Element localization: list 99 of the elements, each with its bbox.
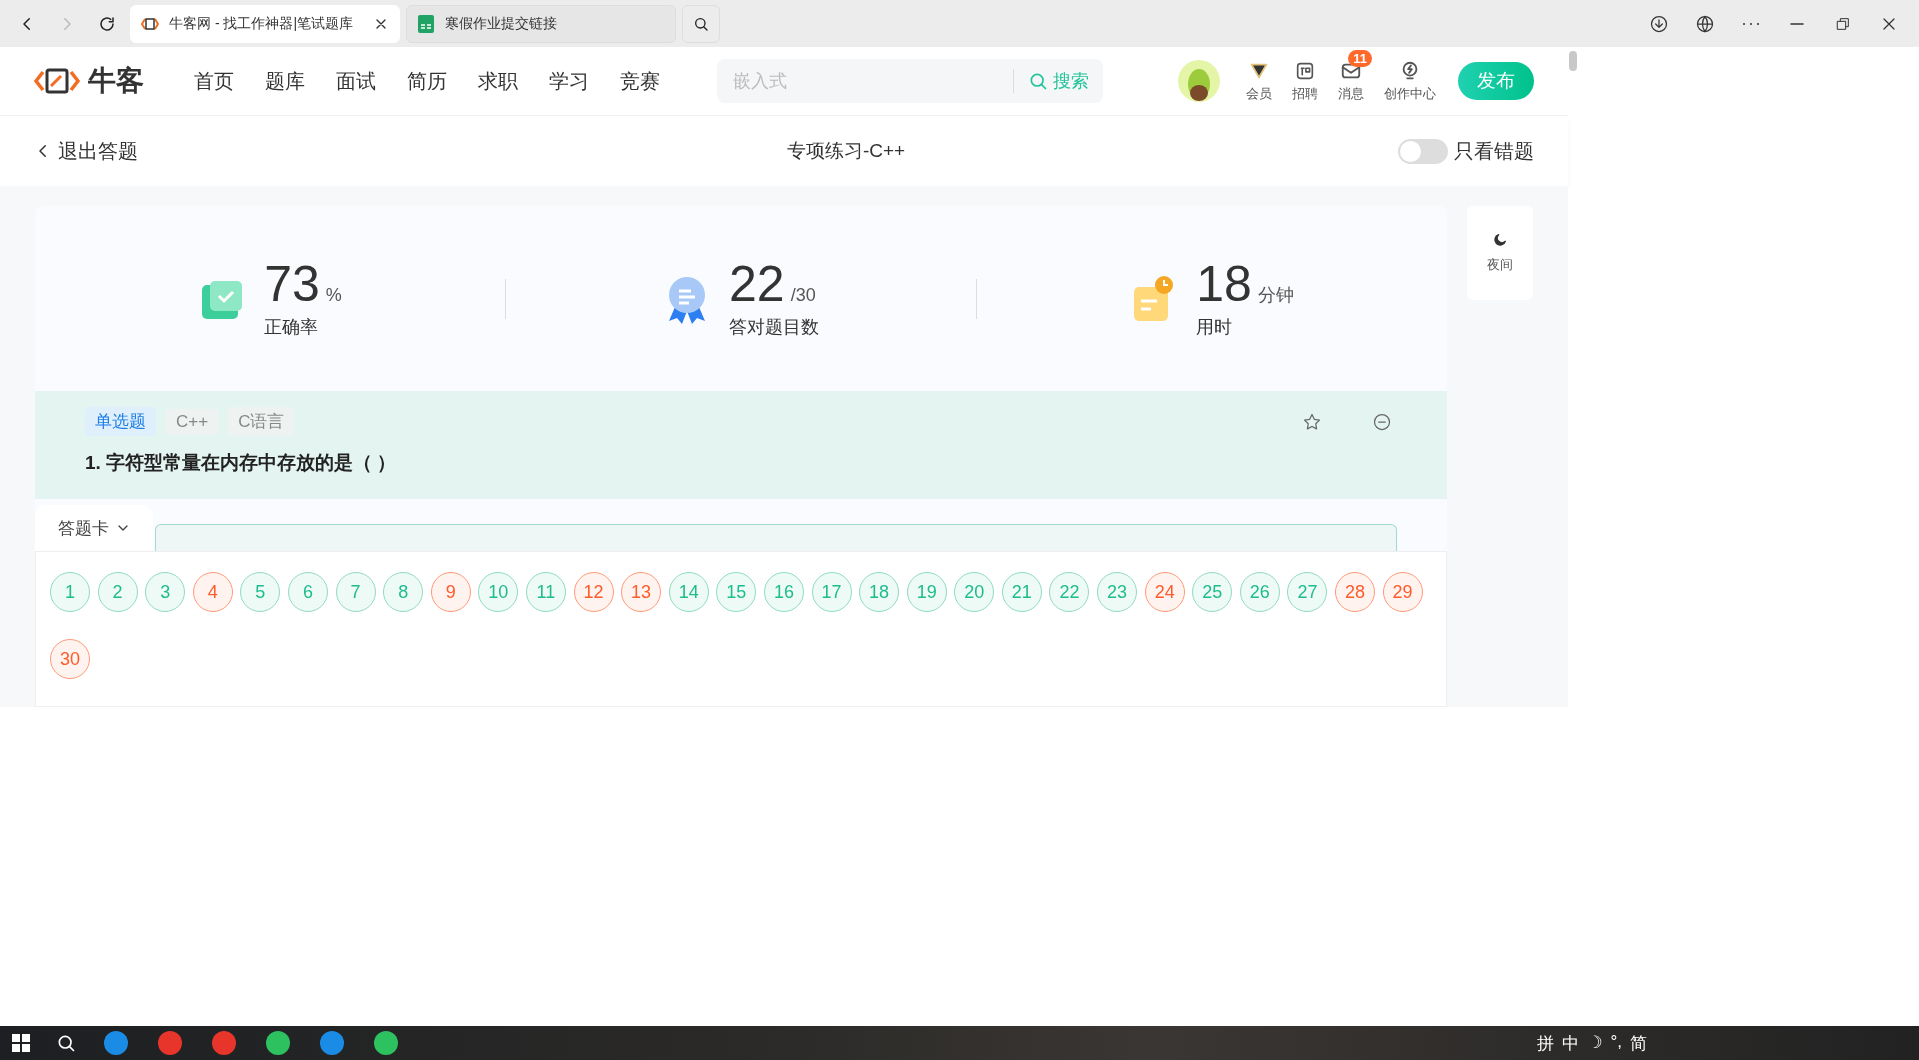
- question-number[interactable]: 4: [192, 572, 233, 612]
- globe-icon: [1695, 13, 1715, 34]
- nav-link[interactable]: 竞赛: [620, 67, 660, 95]
- stat-label: 答对题目数: [729, 315, 819, 339]
- exit-link[interactable]: 退出答题: [34, 137, 554, 165]
- browser-tab[interactable]: 牛客网 - 找工作神器|笔试题库: [130, 4, 400, 43]
- restore-icon: [1835, 15, 1851, 32]
- tab-title: 寒假作业提交链接: [445, 14, 558, 33]
- question-tag: C语言: [228, 407, 295, 436]
- question-number[interactable]: 16: [763, 572, 804, 612]
- question-number[interactable]: 10: [478, 572, 519, 612]
- question-number[interactable]: 21: [1001, 572, 1042, 612]
- question-number[interactable]: 12: [573, 572, 614, 612]
- nav-link[interactable]: 求职: [478, 67, 518, 95]
- stat-unit: /30: [790, 284, 816, 306]
- question-number[interactable]: 14: [668, 572, 709, 612]
- app-icon[interactable]: [156, 1029, 184, 1057]
- tray-item[interactable]: ☽: [1587, 1031, 1603, 1055]
- night-mode-button[interactable]: 夜间: [1467, 206, 1533, 300]
- question-tag: C++: [166, 408, 219, 435]
- tray-item[interactable]: 简: [1630, 1031, 1647, 1055]
- count-badge: 11: [1348, 49, 1372, 67]
- toggle-label: 只看错题: [1454, 138, 1534, 164]
- question-number[interactable]: 15: [716, 572, 757, 612]
- nav-link[interactable]: 面试: [336, 67, 376, 95]
- question-tag: 单选题: [85, 407, 156, 436]
- toolbar-item[interactable]: 创作中心: [1376, 49, 1444, 103]
- nav-link[interactable]: 首页: [194, 67, 234, 95]
- tray-item[interactable]: °,: [1610, 1031, 1622, 1055]
- search-field[interactable]: 嵌入式 搜索: [717, 59, 1103, 103]
- question-number[interactable]: 11: [525, 572, 566, 612]
- question-number[interactable]: 20: [954, 572, 995, 612]
- question-number[interactable]: 9: [430, 572, 471, 612]
- question-number[interactable]: 18: [859, 572, 900, 612]
- question-number[interactable]: 23: [1097, 572, 1138, 612]
- page-title: 专项练习-C++: [785, 139, 907, 163]
- search-tab-button[interactable]: [682, 4, 720, 43]
- spreadsheet-icon: [417, 13, 435, 34]
- app-icon[interactable]: [318, 1029, 346, 1057]
- nav-link[interactable]: 学习: [549, 67, 589, 95]
- search-icon: [693, 15, 709, 32]
- search-icon[interactable]: [56, 1033, 76, 1053]
- question-number[interactable]: 6: [287, 572, 328, 612]
- question-number[interactable]: 25: [1192, 572, 1233, 612]
- moon-icon: [1492, 232, 1508, 248]
- question-number[interactable]: 8: [383, 572, 424, 612]
- stat-label: 正确率: [264, 315, 320, 339]
- stat-value: 18: [1196, 258, 1252, 309]
- question-number[interactable]: 13: [621, 572, 662, 612]
- nav-link[interactable]: 简历: [407, 67, 447, 95]
- stat-unit: 分钟: [1257, 283, 1294, 307]
- toolbar-item[interactable]: 会员: [1238, 49, 1280, 103]
- question-number[interactable]: 7: [335, 572, 376, 612]
- logo-text: 牛客: [88, 64, 144, 98]
- wrong-only-toggle[interactable]: [1398, 138, 1448, 164]
- minus-circle-icon[interactable]: [1372, 411, 1392, 432]
- reload-icon: [98, 14, 116, 33]
- browser-tab[interactable]: 寒假作业提交链接: [406, 4, 676, 43]
- question-number[interactable]: 17: [811, 572, 852, 612]
- avatar[interactable]: [1178, 60, 1220, 102]
- question-number[interactable]: 22: [1049, 572, 1090, 612]
- question-number[interactable]: 27: [1287, 572, 1328, 612]
- start-icon[interactable]: [12, 1034, 30, 1052]
- stat-label: 用时: [1196, 315, 1234, 339]
- publish-button[interactable]: 发布: [1458, 62, 1534, 100]
- app-icon[interactable]: [102, 1029, 130, 1057]
- minimize-icon: [1790, 22, 1804, 25]
- tray-item[interactable]: 拼: [1537, 1031, 1555, 1055]
- search-button[interactable]: 搜索: [1013, 69, 1089, 93]
- tab-title: 牛客网 - 找工作神器|笔试题库: [169, 14, 355, 33]
- more-icon: [1742, 21, 1760, 26]
- site-logo-icon: [141, 15, 159, 32]
- search-icon: [1028, 71, 1048, 91]
- answer-card-tab[interactable]: 答题卡: [35, 505, 153, 551]
- question-text: 1. 字符型常量在内存中存放的是（ ）: [85, 451, 398, 475]
- question-number[interactable]: 2: [97, 572, 138, 612]
- question-number[interactable]: 29: [1382, 572, 1423, 612]
- logo-icon: [34, 66, 80, 96]
- app-icon[interactable]: [264, 1029, 292, 1057]
- app-icon[interactable]: [372, 1029, 400, 1057]
- question-number[interactable]: 28: [1335, 572, 1376, 612]
- question-number[interactable]: 1: [50, 572, 90, 612]
- question-number[interactable]: 26: [1239, 572, 1280, 612]
- toolbar-item[interactable]: 11 消息: [1330, 49, 1372, 103]
- tray-item[interactable]: 中: [1562, 1031, 1580, 1055]
- question-number[interactable]: 3: [145, 572, 186, 612]
- stat-value: 22: [729, 258, 785, 309]
- question-number[interactable]: 5: [240, 572, 281, 612]
- question-number[interactable]: 19: [906, 572, 947, 612]
- stat-unit: %: [325, 284, 342, 306]
- app-icon[interactable]: [210, 1029, 238, 1057]
- question-number[interactable]: 24: [1144, 572, 1185, 612]
- star-icon[interactable]: [1302, 411, 1322, 432]
- question-number[interactable]: 30: [50, 639, 90, 679]
- stat-value: 73: [264, 258, 320, 309]
- nav-link[interactable]: 题库: [265, 67, 305, 95]
- toolbar-item[interactable]: 招聘: [1284, 49, 1326, 103]
- scrollbar-thumb[interactable]: [1569, 51, 1577, 71]
- download-icon: [1649, 13, 1669, 34]
